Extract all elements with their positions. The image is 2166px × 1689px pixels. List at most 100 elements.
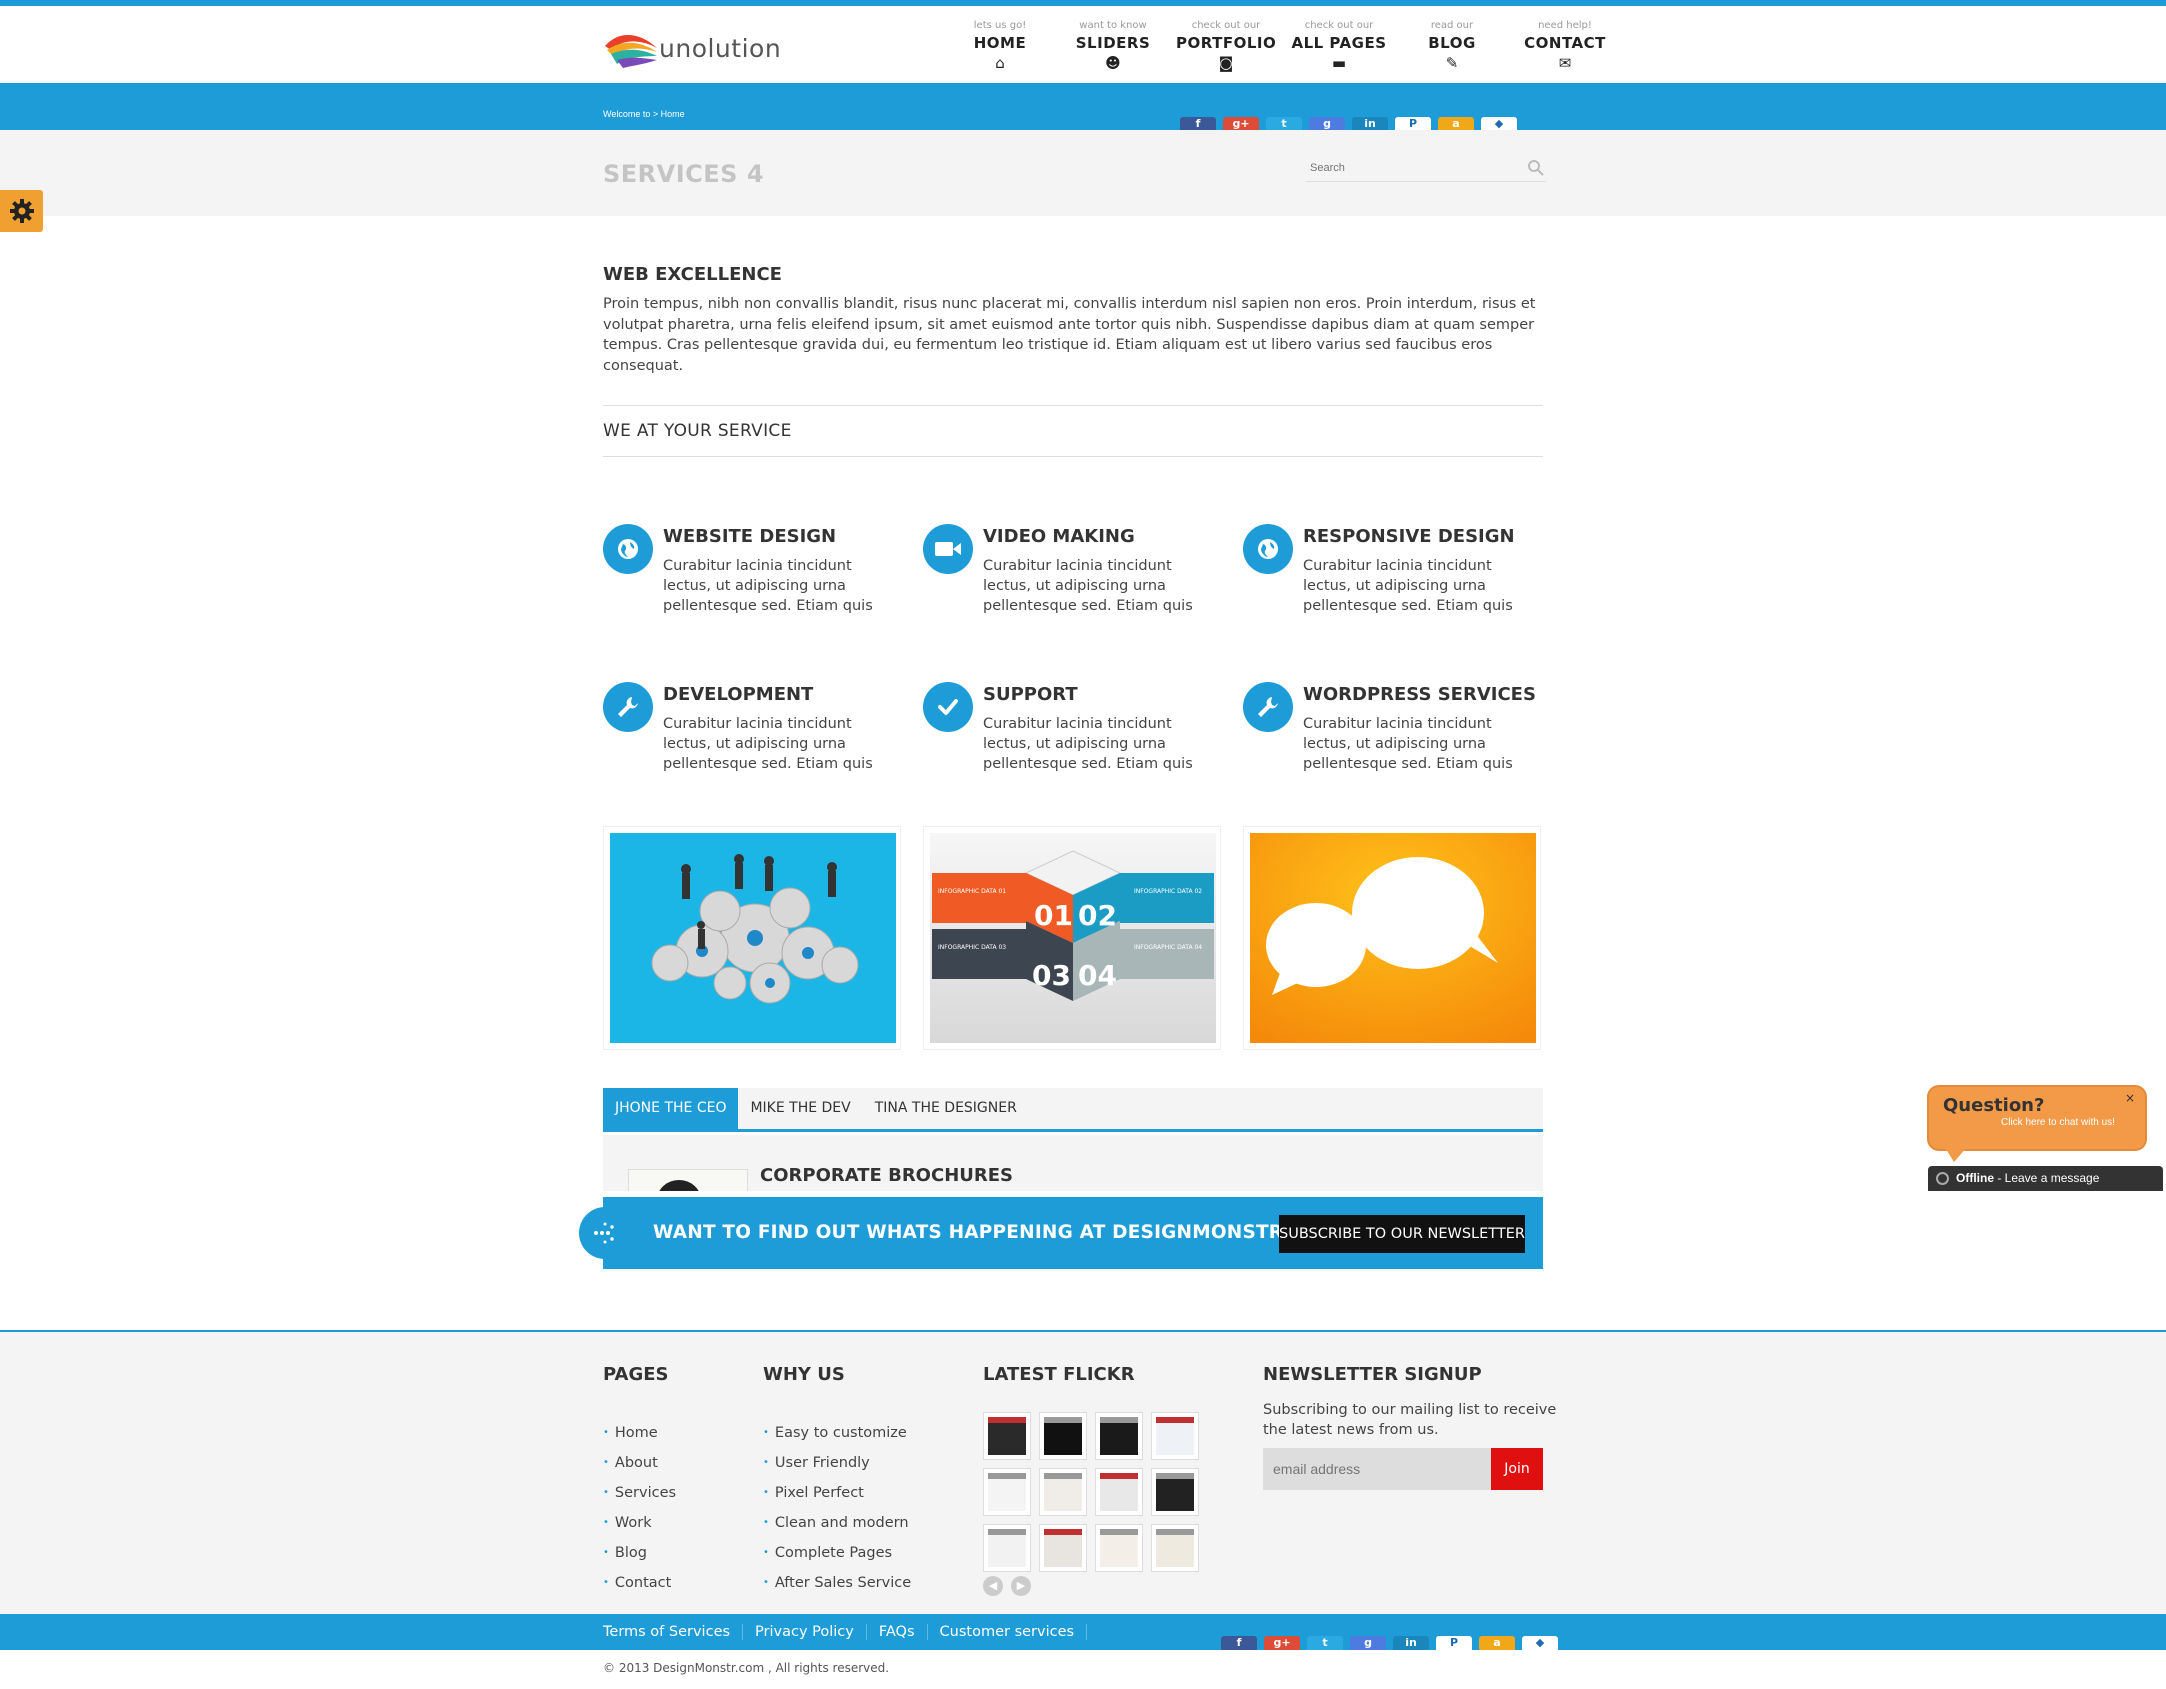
service-website-design: WEBSITE DESIGN Curabitur lacinia tincidun… [603,524,903,644]
twitter-icon[interactable]: t [1307,1636,1343,1650]
speech-bubbles-image [1243,826,1541,1050]
breadcrumb[interactable]: Welcome to > Home [603,109,685,119]
amazon-icon[interactable]: a [1438,117,1474,131]
footer-link[interactable]: After Sales Service [763,1568,911,1598]
flickr-next-icon[interactable]: ▶ [1011,1576,1031,1596]
nav-contact[interactable]: need help! CONTACT ✉ [1515,20,1615,80]
footer-link[interactable]: Pixel Perfect [763,1478,911,1508]
dropbox-icon[interactable]: ◆ [1481,117,1517,131]
facebook-icon[interactable]: f [1221,1636,1257,1650]
wrench-icon [603,682,653,732]
bottom-link[interactable]: FAQs [879,1624,928,1640]
tab-mike-the-dev[interactable]: MIKE THE DEV [738,1088,862,1129]
nav-all-pages[interactable]: check out our ALL PAGES ▬ [1289,20,1389,80]
facebook-icon[interactable]: f [1180,117,1216,131]
main-nav: lets us go! HOME ⌂ want to know SLIDERS ☻ chec… [950,20,1628,80]
thumbnail-image [1044,1529,1082,1567]
join-button[interactable]: Join [1491,1448,1543,1490]
nav-sliders[interactable]: want to know SLIDERS ☻ [1063,20,1163,80]
flickr-thumbnail[interactable] [1151,1412,1199,1460]
site-header: unolution lets us go! HOME ⌂ want to know SL… [0,6,2166,83]
amazon-icon[interactable]: a [1479,1636,1515,1650]
infographic-number-02: 02 [1078,899,1117,932]
flickr-thumbnail[interactable] [1039,1468,1087,1516]
footer-link[interactable]: Home [603,1418,676,1448]
chat-status-message: - Leave a message [1994,1171,2100,1185]
services-heading-box: WE AT YOUR SERVICE [603,405,1543,457]
nav-subtitle: want to know [1079,20,1147,31]
dropbox-icon[interactable]: ◆ [1522,1636,1558,1650]
footer-link[interactable]: Contact [603,1568,676,1598]
social-links-bottom: f g+ t g in Pa ◆ [1221,1636,1565,1650]
footer-why-title: WHY US [763,1364,845,1385]
flickr-thumbnail[interactable] [983,1412,1031,1460]
footer-link[interactable]: Blog [603,1538,676,1568]
googleplus-icon[interactable]: g+ [1264,1636,1300,1650]
logo[interactable]: unolution [603,26,781,70]
chat-status-bar[interactable]: Offline - Leave a message [1928,1166,2163,1191]
page-title: SERVICES 4 [603,160,765,188]
google-icon[interactable]: g [1350,1636,1386,1650]
service-title: SUPPORT [983,684,1078,705]
footer-link[interactable]: Easy to customize [763,1418,911,1448]
thumbnail-image [988,1417,1026,1455]
flickr-prev-icon[interactable]: ◀ [983,1576,1003,1596]
bottom-link[interactable]: Customer services [940,1624,1088,1640]
tab-tina-the-designer[interactable]: TINA THE DESIGNER [863,1088,1029,1129]
flickr-thumbnail[interactable] [1039,1524,1087,1572]
footer-newsletter-title: NEWSLETTER SIGNUP [1263,1364,1482,1385]
footer-link[interactable]: User Friendly [763,1448,911,1478]
flickr-thumbnail[interactable] [1095,1468,1143,1516]
chat-question: Question? [1943,1095,2045,1116]
flickr-thumbnail[interactable] [1039,1412,1087,1460]
nav-blog[interactable]: read our BLOG ✎ [1402,20,1502,80]
nav-portfolio[interactable]: check out our PORTFOLIO ◙ [1176,20,1276,80]
googleplus-icon[interactable]: g+ [1223,117,1259,131]
google-icon[interactable]: g [1309,117,1345,131]
flickr-thumbnail[interactable] [1095,1524,1143,1572]
flickr-thumbnail[interactable] [983,1468,1031,1516]
footer-link[interactable]: About [603,1448,676,1478]
briefcase-icon: ▬ [1331,54,1347,72]
intro-heading: WEB EXCELLENCE [603,264,782,285]
footer-link[interactable]: Complete Pages [763,1538,911,1568]
chat-bubble[interactable]: Question? Click here to chat with us! × [1927,1085,2147,1151]
bottom-links: Terms of Services Privacy Policy FAQs Custo… [603,1624,1099,1640]
flickr-thumbnail[interactable] [1095,1412,1143,1460]
logo-text: unolution [659,34,782,63]
newsletter-banner: WANT TO FIND OUT WHATS HAPPENING AT DESI… [603,1197,1543,1269]
linkedin-icon[interactable]: in [1393,1636,1429,1650]
thumbnail-image [1100,1417,1138,1455]
footer-link[interactable]: Services [603,1478,676,1508]
tab-panel: CORPORATE BROCHURES [603,1135,1543,1191]
tab-jhone-the-ceo[interactable]: JHONE THE CEO [603,1088,739,1129]
nav-home[interactable]: lets us go! HOME ⌂ [950,20,1050,80]
chat-subtext: Click here to chat with us! [2001,1117,2115,1128]
search-box [1306,156,1546,182]
nav-label: CONTACT [1524,34,1606,52]
subscribe-button[interactable]: SUBSCRIBE TO OUR NEWSLETTER [1279,1215,1525,1253]
search-input[interactable] [1306,156,1506,180]
banner-bubble [579,1207,631,1259]
email-field[interactable] [1263,1448,1491,1490]
flickr-thumbnail[interactable] [983,1524,1031,1572]
bottom-link[interactable]: Privacy Policy [755,1624,867,1640]
chat-close-icon[interactable]: × [2125,1091,2135,1105]
footer-link[interactable]: Work [603,1508,676,1538]
thumbnail-image [1044,1473,1082,1511]
linkedin-icon[interactable]: in [1352,117,1388,131]
footer-link[interactable]: Clean and modern [763,1508,911,1538]
users-icon: ☻ [1105,54,1121,72]
settings-toggle[interactable] [0,190,43,232]
service-title: WEBSITE DESIGN [663,526,837,547]
paypal-icon[interactable]: P [1436,1636,1472,1650]
footer-why-list: Easy to customizeUser FriendlyPixel Perf… [763,1418,911,1598]
flickr-thumbnail[interactable] [1151,1524,1199,1572]
twitter-icon[interactable]: t [1266,117,1302,131]
tab-panel-title: CORPORATE BROCHURES [760,1165,1013,1186]
thumbnail-image [988,1473,1026,1511]
paypal-icon[interactable]: P [1395,117,1431,131]
bottom-link[interactable]: Terms of Services [603,1624,744,1640]
flickr-thumbnail[interactable] [1151,1468,1199,1516]
search-icon[interactable] [1526,158,1546,178]
